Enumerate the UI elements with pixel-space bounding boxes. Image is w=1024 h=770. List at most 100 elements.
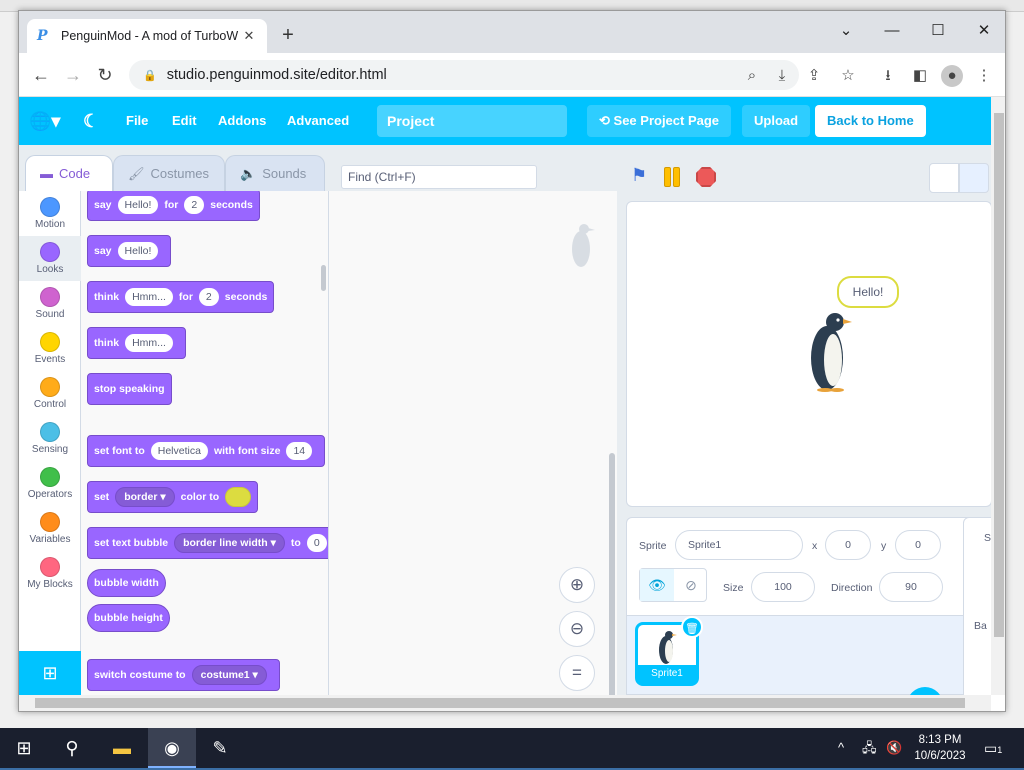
y-input[interactable]: 0 xyxy=(895,530,941,560)
back-to-home-button[interactable]: Back to Home xyxy=(815,105,926,137)
category-looks[interactable]: Looks xyxy=(19,236,81,281)
say-block[interactable]: say Hello! xyxy=(87,235,172,267)
property-dropdown[interactable]: border ▾ xyxy=(115,487,175,507)
tab-sounds[interactable]: 🔈 Sounds xyxy=(225,155,325,191)
horizontal-scrollbar[interactable] xyxy=(19,695,991,711)
category-sound[interactable]: Sound xyxy=(19,281,81,326)
normal-stage-button[interactable] xyxy=(959,163,989,193)
tab-costumes[interactable]: 🖌 Costumes xyxy=(113,155,225,191)
file-explorer-icon[interactable]: ▬ xyxy=(98,728,146,768)
paint-taskbar-icon[interactable]: ✎ xyxy=(196,728,244,768)
category-sensing[interactable]: Sensing xyxy=(19,416,81,461)
penguin-sprite[interactable] xyxy=(805,308,853,392)
zoom-out-button[interactable]: ⊖ xyxy=(559,611,595,647)
language-globe-icon[interactable]: 🌐▾ xyxy=(29,97,60,145)
show-hidden-icons-chevron-icon[interactable]: ^ xyxy=(838,728,844,768)
vertical-scroll-thumb[interactable] xyxy=(994,113,1004,637)
horizontal-scroll-thumb[interactable] xyxy=(35,698,965,708)
direction-input[interactable]: 90 xyxy=(879,572,943,602)
bubble-height-reporter[interactable]: bubble height xyxy=(87,604,170,632)
font-size-input[interactable]: 14 xyxy=(286,442,313,460)
size-input[interactable]: 100 xyxy=(751,572,815,602)
see-project-page-button[interactable]: ⟲ See Project Page xyxy=(587,105,732,137)
menu-edit[interactable]: Edit xyxy=(172,97,197,145)
close-tab-icon[interactable]: ✕ xyxy=(241,28,257,44)
share-icon[interactable]: ⇪ xyxy=(803,65,825,87)
seconds-input[interactable]: 2 xyxy=(184,196,205,214)
menu-file[interactable]: File xyxy=(126,97,148,145)
tab-code[interactable]: ▬ Code xyxy=(25,155,113,191)
small-stage-button[interactable] xyxy=(929,163,959,193)
tab-search-chevron-icon[interactable]: ⌄ xyxy=(823,17,869,45)
set-font-block[interactable]: set font to Helvetica with font size 14 xyxy=(87,435,326,467)
new-tab-button[interactable]: + xyxy=(277,25,299,47)
set-color-block[interactable]: set border ▾ color to xyxy=(87,481,259,513)
stage-target-pane[interactable]: S Ba xyxy=(963,517,991,695)
hide-eye-icon[interactable]: ⊘ xyxy=(674,569,708,601)
switch-costume-block[interactable]: switch costume to costume1 ▾ xyxy=(87,659,280,691)
show-eye-icon[interactable]: 👁 xyxy=(640,569,674,601)
menu-advanced[interactable]: Advanced xyxy=(287,97,349,145)
x-input[interactable]: 0 xyxy=(825,530,871,560)
profile-avatar-icon[interactable]: ● xyxy=(941,65,963,87)
forward-icon[interactable]: → xyxy=(61,63,85,87)
stop-speaking-block[interactable]: stop speaking xyxy=(87,373,172,405)
install-app-icon[interactable]: ⤓ xyxy=(771,65,793,87)
green-flag-icon[interactable]: ⚑ xyxy=(631,165,647,186)
message-input[interactable]: Hello! xyxy=(117,196,159,214)
stop-icon[interactable] xyxy=(696,167,716,187)
palette-scrollbar[interactable] xyxy=(321,265,326,291)
downloads-icon[interactable]: ⭳ xyxy=(877,65,899,87)
delete-sprite-icon[interactable]: 🗑 xyxy=(681,616,703,638)
menu-addons[interactable]: Addons xyxy=(218,97,266,145)
zoom-search-icon[interactable]: ⌕ xyxy=(741,65,763,87)
say-for-secs-block[interactable]: say Hello! for 2 seconds xyxy=(87,191,260,221)
chrome-taskbar-icon[interactable]: ◉ xyxy=(148,728,196,768)
vertical-scrollbar[interactable] xyxy=(991,97,1005,695)
back-icon[interactable]: ← xyxy=(29,63,53,87)
costume-dropdown[interactable]: costume1 ▾ xyxy=(191,665,267,685)
color-swatch[interactable] xyxy=(225,487,252,507)
zoom-reset-button[interactable]: = xyxy=(559,655,595,691)
bookmark-star-icon[interactable]: ☆ xyxy=(837,65,859,87)
minimize-button[interactable]: — xyxy=(869,17,915,45)
network-icon[interactable]: 🖧 xyxy=(862,728,877,768)
side-panel-icon[interactable]: ◧ xyxy=(909,65,931,87)
zoom-in-button[interactable]: ⊕ xyxy=(559,567,595,603)
reload-icon[interactable]: ↻ xyxy=(93,63,117,87)
search-icon[interactable]: ⚲ xyxy=(48,728,96,768)
address-bar[interactable]: 🔒 studio.penguinmod.site/editor.html xyxy=(129,60,799,90)
upload-button[interactable]: Upload xyxy=(742,105,811,137)
close-window-button[interactable]: ✕ xyxy=(961,17,1005,45)
seconds-input[interactable]: 2 xyxy=(198,288,219,306)
browser-tab[interactable]: P PenguinMod - A mod of TurboW ✕ xyxy=(27,19,267,53)
message-input[interactable]: Hello! xyxy=(117,242,159,260)
category-my-blocks[interactable]: My Blocks xyxy=(19,551,81,596)
theme-moon-icon[interactable]: ☾ xyxy=(83,97,99,145)
add-extension-button[interactable]: ⊞ xyxy=(19,651,81,695)
category-events[interactable]: Events xyxy=(19,326,81,371)
more-menu-icon[interactable]: ⋮ xyxy=(973,65,995,87)
sprite-name-input[interactable]: Sprite1 xyxy=(675,530,803,560)
category-motion[interactable]: Motion xyxy=(19,191,81,236)
project-title-input[interactable]: Project xyxy=(377,105,567,137)
bubble-width-reporter[interactable]: bubble width xyxy=(87,569,166,597)
font-input[interactable]: Helvetica xyxy=(150,442,208,460)
stage[interactable]: Hello! xyxy=(626,201,991,507)
workspace-scrollbar[interactable] xyxy=(609,453,615,695)
find-input[interactable]: Find (Ctrl+F) xyxy=(341,165,537,189)
category-control[interactable]: Control xyxy=(19,371,81,416)
taskbar-clock[interactable]: 8:13 PM 10/6/2023 xyxy=(900,732,980,764)
think-block[interactable]: think Hmm... xyxy=(87,327,186,359)
maximize-button[interactable]: ☐ xyxy=(915,17,961,45)
property-dropdown[interactable]: border line width ▾ xyxy=(174,533,285,553)
think-for-secs-block[interactable]: think Hmm... for 2 seconds xyxy=(87,281,275,313)
message-input[interactable]: Hmm... xyxy=(125,288,173,306)
pause-icon[interactable] xyxy=(664,167,682,187)
set-text-bubble-block[interactable]: set text bubble border line width ▾ to 0 xyxy=(87,527,328,559)
value-input[interactable]: 0 xyxy=(306,534,327,552)
windows-start-icon[interactable]: ⊞ xyxy=(0,728,48,768)
message-input[interactable]: Hmm... xyxy=(125,334,173,352)
category-operators[interactable]: Operators xyxy=(19,461,81,506)
category-variables[interactable]: Variables xyxy=(19,506,81,551)
